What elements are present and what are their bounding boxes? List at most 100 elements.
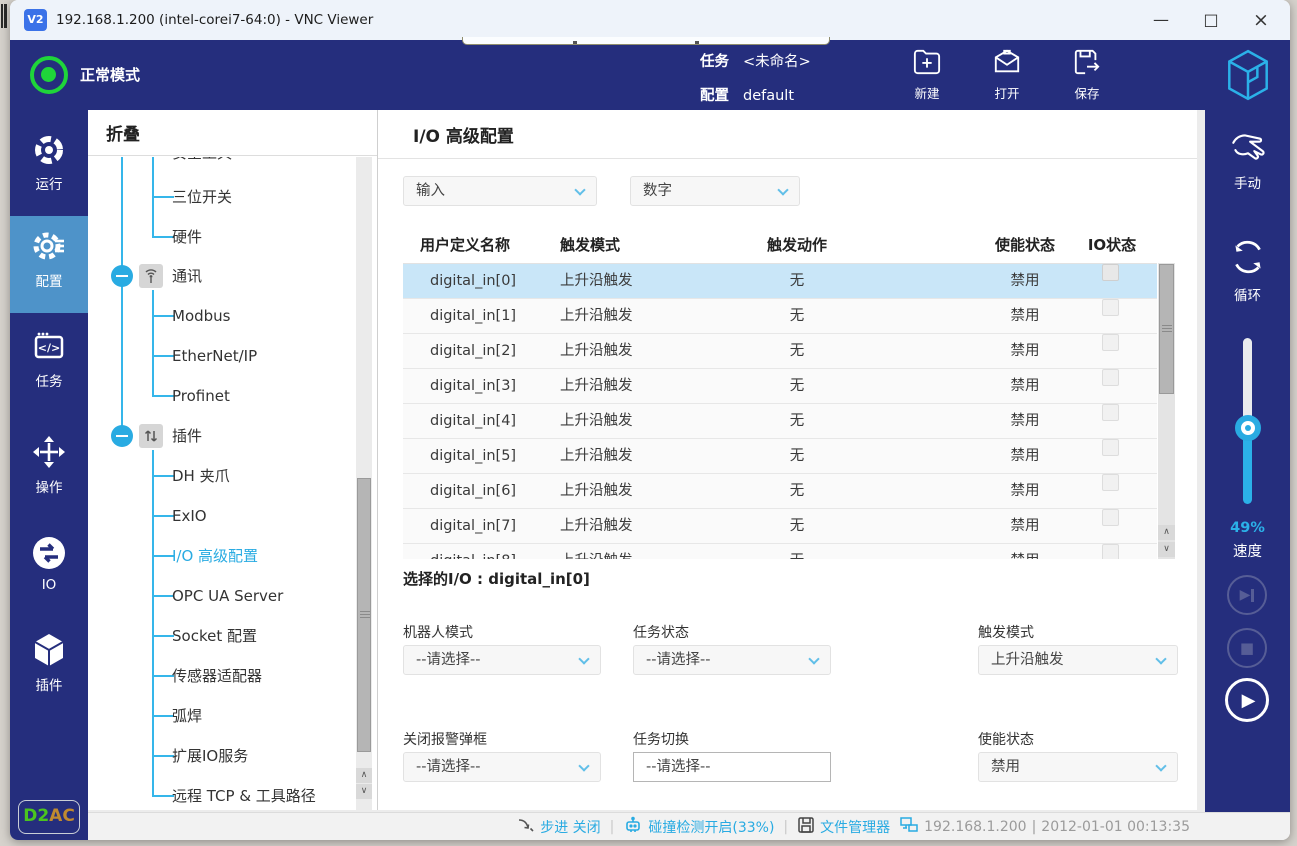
table-row[interactable]: digital_in[5] 上升沿触发 无 禁用 xyxy=(403,439,1157,474)
step-mode-status[interactable]: 步进 关闭 xyxy=(517,817,600,837)
tree-item-three-position-switch[interactable]: 三位开关 xyxy=(172,183,232,211)
scroll-down-button[interactable]: ∨ xyxy=(356,784,372,799)
new-button[interactable]: 新建 xyxy=(897,48,957,102)
scrollbar-thumb[interactable] xyxy=(357,478,371,752)
task-switch-input[interactable]: --请选择-- xyxy=(633,752,831,782)
io-name: digital_in[3] xyxy=(430,369,516,404)
table-row[interactable]: digital_in[4] 上升沿触发 无 禁用 xyxy=(403,404,1157,439)
speed-slider-handle[interactable] xyxy=(1235,415,1261,441)
tree-item-communication[interactable]: 通讯 xyxy=(172,262,202,290)
nav-item-config[interactable]: 配置 xyxy=(10,216,88,313)
table-row[interactable]: digital_in[3] 上升沿触发 无 禁用 xyxy=(403,369,1157,404)
manual-mode-button[interactable]: 手动 xyxy=(1205,130,1290,192)
table-row[interactable]: digital_in[8] 上升沿触发 无 禁用 xyxy=(403,544,1157,559)
scroll-up-button[interactable]: ∧ xyxy=(356,768,372,783)
run-icon xyxy=(32,152,66,171)
close-alarm-value: --请选择-- xyxy=(416,759,480,775)
close-button[interactable]: × xyxy=(1236,0,1286,40)
collapse-toggle[interactable] xyxy=(111,425,133,447)
tree-item-modbus[interactable]: Modbus xyxy=(172,302,230,330)
table-row[interactable]: digital_in[6] 上升沿触发 无 禁用 xyxy=(403,474,1157,509)
io-action: 无 xyxy=(737,474,857,509)
plugin-updown-icon xyxy=(139,424,163,448)
chevron-down-icon xyxy=(808,653,819,664)
nav-item-task[interactable]: </> 任务 xyxy=(10,318,88,412)
tree-item-arc-welding[interactable]: 弧焊 xyxy=(172,702,202,730)
tree-header: 折叠 xyxy=(88,110,377,156)
tree-scrollbar[interactable]: ∧ ∨ xyxy=(356,157,372,810)
minimize-button[interactable]: — xyxy=(1136,0,1186,40)
manual-label: 手动 xyxy=(1205,172,1290,192)
stop-button[interactable]: ■ xyxy=(1227,628,1267,668)
tree-item-socket-config[interactable]: Socket 配置 xyxy=(172,622,257,650)
tree-tick xyxy=(152,515,174,517)
nav-item-io[interactable]: IO xyxy=(10,523,88,617)
config-tree-panel: 折叠 xyxy=(88,110,378,810)
nav-item-plugin[interactable]: 插件 xyxy=(10,620,88,714)
table-row[interactable]: digital_in[0] 上升沿触发 无 禁用 xyxy=(403,264,1157,299)
tree-item-hardware[interactable]: 硬件 xyxy=(172,223,202,251)
step-forward-button[interactable]: ▶ xyxy=(1227,575,1267,615)
connection-status: 192.168.1.200 | 2012-01-01 00:13:35 xyxy=(899,816,1190,838)
robot-mode-select[interactable]: --请选择-- xyxy=(403,645,601,675)
col-io-state: IO状态 xyxy=(1077,228,1147,262)
scrollbar-thumb[interactable] xyxy=(1159,264,1174,394)
table-row[interactable]: digital_in[7] 上升沿触发 无 禁用 xyxy=(403,509,1157,544)
tree-item-sensor-adapter[interactable]: 传感器适配器 xyxy=(172,662,262,690)
open-button[interactable]: 打开 xyxy=(977,48,1037,102)
trigger-mode-label: 触发模式 xyxy=(978,622,1034,642)
tree-tick xyxy=(152,355,174,357)
close-alarm-select[interactable]: --请选择-- xyxy=(403,752,601,782)
tree-item-exio[interactable]: ExIO xyxy=(172,502,207,530)
save-button[interactable]: 保存 xyxy=(1057,48,1117,102)
tree-item-plugins[interactable]: 插件 xyxy=(172,422,202,450)
io-action: 无 xyxy=(737,509,857,544)
tree-item-dh-gripper[interactable]: DH 夹爪 xyxy=(172,462,230,490)
titlebar: V2 192.168.1.200 (intel-corei7-64:0) - V… xyxy=(10,0,1290,40)
tree-item-safety-tools[interactable]: 安全工具 xyxy=(172,157,232,167)
tree-item-profinet[interactable]: Profinet xyxy=(172,382,230,410)
task-state-select[interactable]: --请选择-- xyxy=(633,645,831,675)
io-direction-value: 输入 xyxy=(416,183,445,199)
scroll-up-button[interactable]: ∧ xyxy=(1158,525,1175,540)
io-enable: 禁用 xyxy=(965,369,1085,404)
tree-item-io-advanced-config[interactable]: I/O 高级配置 xyxy=(172,542,258,570)
maximize-button[interactable]: □ xyxy=(1186,0,1236,40)
cycle-mode-button[interactable]: 循环 xyxy=(1205,236,1290,304)
table-scrollbar[interactable]: ∧ ∨ xyxy=(1158,263,1175,559)
trigger-mode-select[interactable]: 上升沿触发 xyxy=(978,645,1178,675)
table-row[interactable]: digital_in[1] 上升沿触发 无 禁用 xyxy=(403,299,1157,334)
separator: | xyxy=(610,819,615,835)
enable-state-select[interactable]: 禁用 xyxy=(978,752,1178,782)
tree-tick xyxy=(152,595,174,597)
scroll-down-button[interactable]: ∨ xyxy=(1158,542,1175,557)
save-icon xyxy=(1072,61,1102,80)
table-row[interactable]: digital_in[2] 上升沿触发 无 禁用 xyxy=(403,334,1157,369)
vnc-toolbar-tab[interactable] xyxy=(462,37,830,45)
collapse-toggle[interactable] xyxy=(111,265,133,287)
collapse-all-button[interactable]: 折叠 xyxy=(106,120,140,145)
nav-item-run[interactable]: 运行 xyxy=(10,121,88,215)
collision-detection-status[interactable]: 碰撞检测开启(33%) xyxy=(623,816,774,838)
vnc-logo-icon: V2 xyxy=(24,9,47,31)
io-state-indicator xyxy=(1102,334,1119,351)
collision-text: 碰撞检测开启(33%) xyxy=(648,817,774,837)
separator: | xyxy=(783,819,788,835)
io-state-indicator xyxy=(1102,544,1119,559)
io-type-select[interactable]: 数字 xyxy=(630,176,800,206)
file-manager-button[interactable]: 文件管理器 xyxy=(797,816,890,838)
tree-item-opc-ua-server[interactable]: OPC UA Server xyxy=(172,582,283,610)
tree-item-extended-io-service[interactable]: 扩展IO服务 xyxy=(172,742,248,770)
cube-icon xyxy=(32,653,66,672)
tree-item-ethernet-ip[interactable]: EtherNet/IP xyxy=(172,342,257,370)
tree-tick xyxy=(152,675,174,677)
nav-item-operate[interactable]: 操作 xyxy=(10,422,88,516)
io-enable: 禁用 xyxy=(965,544,1085,559)
io-trigger: 上升沿触发 xyxy=(560,299,633,334)
tree-item-remote-tcp-tool-path[interactable]: 远程 TCP & 工具路径 xyxy=(172,782,316,810)
tree-tick xyxy=(152,315,174,317)
tree-tick xyxy=(152,635,174,637)
io-direction-select[interactable]: 输入 xyxy=(403,176,597,206)
selected-io-label: 选择的I/O : digital_in[0] xyxy=(403,568,590,589)
play-button[interactable]: ▶ xyxy=(1225,678,1269,722)
